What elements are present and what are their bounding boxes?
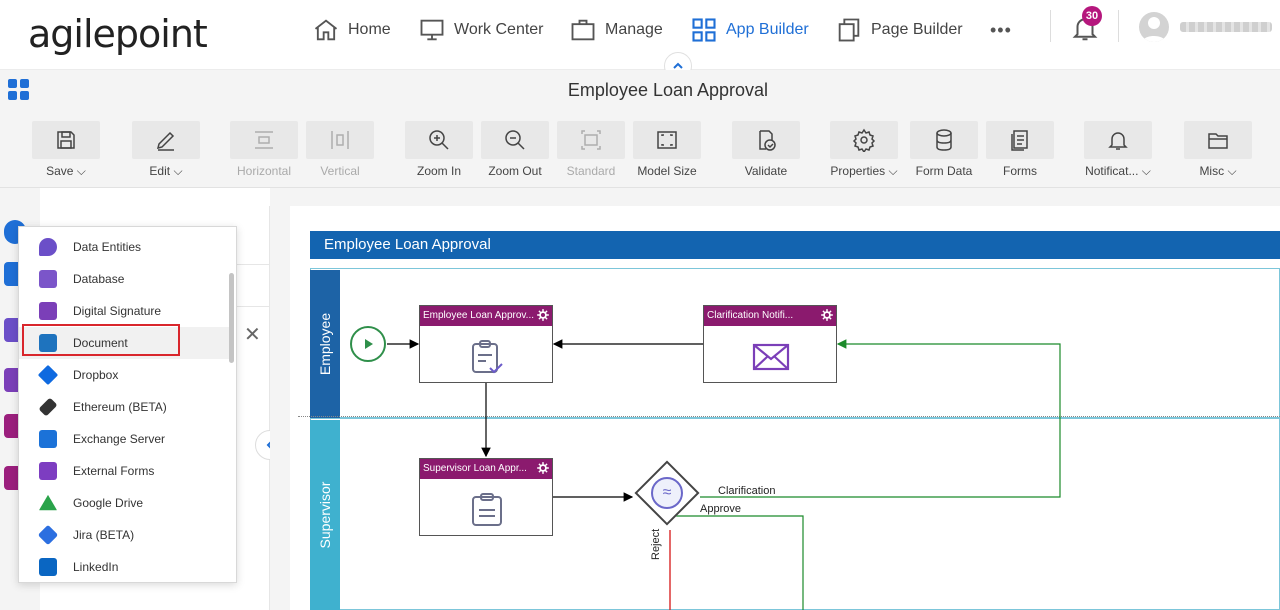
list-item-label: Jira (BETA) — [73, 528, 135, 542]
selected-item-highlight — [22, 324, 180, 356]
list-item-label: Database — [73, 272, 125, 286]
flow-label-reject: Reject — [650, 529, 662, 560]
play-icon — [365, 339, 373, 349]
form-icon — [472, 493, 502, 526]
flow-label-clarification: Clarification — [718, 485, 776, 497]
flow-label-approve: Approve — [700, 503, 741, 515]
list-item[interactable]: Dropbox — [19, 359, 229, 391]
gear-icon[interactable] — [820, 308, 834, 322]
list-item[interactable]: Ethereum (BETA) — [19, 391, 229, 423]
data-entities-icon — [39, 238, 57, 256]
ethereum-icon — [38, 397, 58, 417]
list-item-label: Exchange Server — [73, 432, 166, 446]
task-title: Clarification Notifi... — [704, 306, 836, 326]
list-item[interactable]: Database — [19, 263, 229, 295]
list-item-label: LinkedIn — [73, 560, 119, 574]
envelope-icon — [752, 343, 790, 371]
form-check-icon — [472, 340, 503, 374]
list-item-label: Digital Signature — [73, 304, 162, 318]
task-employee-loan-approval[interactable]: Employee Loan Approv... — [419, 305, 553, 383]
list-item-label: External Forms — [73, 464, 155, 478]
task-title: Supervisor Loan Appr... — [420, 459, 552, 479]
gear-icon[interactable] — [536, 308, 550, 322]
dropbox-icon — [37, 364, 59, 386]
list-item-label: Dropbox — [73, 368, 119, 382]
start-event[interactable] — [350, 326, 386, 362]
list-item[interactable]: Digital Signature — [19, 295, 229, 327]
gear-icon[interactable] — [536, 461, 550, 475]
list-item-label: Data Entities — [73, 240, 142, 254]
flow-label-reject-text: Reject — [650, 528, 662, 560]
list-item[interactable]: Data Entities — [19, 231, 229, 263]
list-item[interactable]: Exchange Server — [19, 423, 229, 455]
list-item-label: Ethereum (BETA) — [73, 400, 167, 414]
google-drive-icon — [39, 494, 57, 511]
jira-icon — [37, 524, 59, 546]
list-item[interactable]: External Forms — [19, 455, 229, 487]
list-item[interactable]: Google Drive — [19, 487, 229, 519]
list-item[interactable]: Jira (BETA) — [19, 519, 229, 551]
gateway-icon: ≈ — [651, 477, 683, 509]
task-title: Employee Loan Approv... — [420, 306, 552, 326]
task-clarification-notification[interactable]: Clarification Notifi... — [703, 305, 837, 383]
exchange-icon — [39, 430, 57, 448]
activity-dropdown: Data Entities Database Digital Signature… — [18, 226, 237, 583]
linkedin-icon — [39, 558, 57, 576]
list-item[interactable]: LinkedIn — [19, 551, 229, 583]
external-forms-icon — [39, 462, 57, 480]
database-icon — [39, 270, 57, 288]
digital-signature-icon — [39, 302, 57, 320]
task-supervisor-loan-approval[interactable]: Supervisor Loan Appr... — [419, 458, 553, 536]
dropdown-scrollbar[interactable] — [229, 273, 234, 363]
list-item-label: Google Drive — [73, 496, 144, 510]
